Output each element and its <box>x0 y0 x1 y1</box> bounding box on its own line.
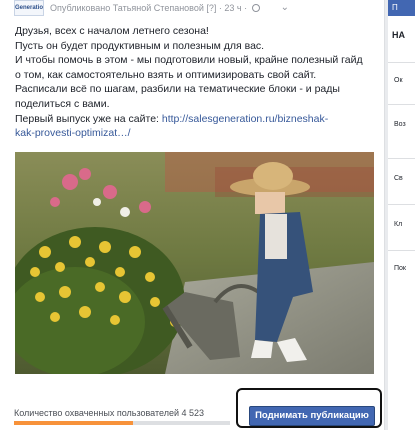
reach-progress-fill <box>14 421 133 425</box>
photo-illustration <box>15 152 374 374</box>
post-text-line: поделиться с вами. <box>15 97 110 110</box>
sidebar-item[interactable]: Св <box>388 158 415 198</box>
page-logo[interactable]: Generation <box>14 0 44 16</box>
post-text-line: kak-provesti-optimizat…/ <box>15 126 375 141</box>
post-text-line: Друзья, всех с началом летнего сезона! <box>15 25 209 37</box>
reach-progress-bar <box>14 421 230 425</box>
post-text-line: о том, как самостоятельно взять и оптими… <box>15 68 317 81</box>
sidebar-item[interactable]: Воз <box>388 104 415 144</box>
globe-icon <box>251 4 260 12</box>
sidebar-item[interactable]: Кл <box>388 204 415 244</box>
post-text: Друзья, всех с началом летнего сезона! П… <box>15 24 375 141</box>
sidebar-item[interactable]: Ок <box>388 62 415 102</box>
highlight-annotation <box>236 388 382 428</box>
post-meta-text: Опубликовано Татьяной Степановой [?] · 2… <box>50 3 248 13</box>
reach-count: Количество охваченных пользователей 4 52… <box>14 408 205 418</box>
right-sidebar: П НА Ок Воз Св Кл Пок <box>388 0 415 430</box>
post-text-line: Первый выпуск уже на сайте: http://sales… <box>15 112 375 127</box>
chevron-down-icon[interactable]: ⌄ <box>281 2 289 13</box>
post-text-line: Расписали всё по шагам, разбили на темат… <box>15 83 340 96</box>
article-link[interactable]: http://salesgeneration.ru/bizneshak- <box>162 113 328 125</box>
post-header: Generation Опубликовано Татьяной Степано… <box>0 0 385 20</box>
article-link-continued[interactable]: kak-provesti-optimizat…/ <box>15 127 131 139</box>
sidebar-item[interactable]: Пок <box>388 250 415 290</box>
post-text-prefix: Первый выпуск уже на сайте: <box>15 112 162 125</box>
sidebar-title: НА <box>392 30 405 40</box>
post-card: Generation Опубликовано Татьяной Степано… <box>0 0 385 430</box>
post-meta: Опубликовано Татьяной Степановой [?] · 2… <box>50 3 260 13</box>
sidebar-top-bar[interactable]: П <box>388 0 415 16</box>
post-photo[interactable] <box>15 152 374 374</box>
post-text-line: Пусть он будет продуктивным и полезным д… <box>15 39 265 52</box>
post-text-line: И чтобы помочь в этом - мы подготовили н… <box>15 54 363 67</box>
